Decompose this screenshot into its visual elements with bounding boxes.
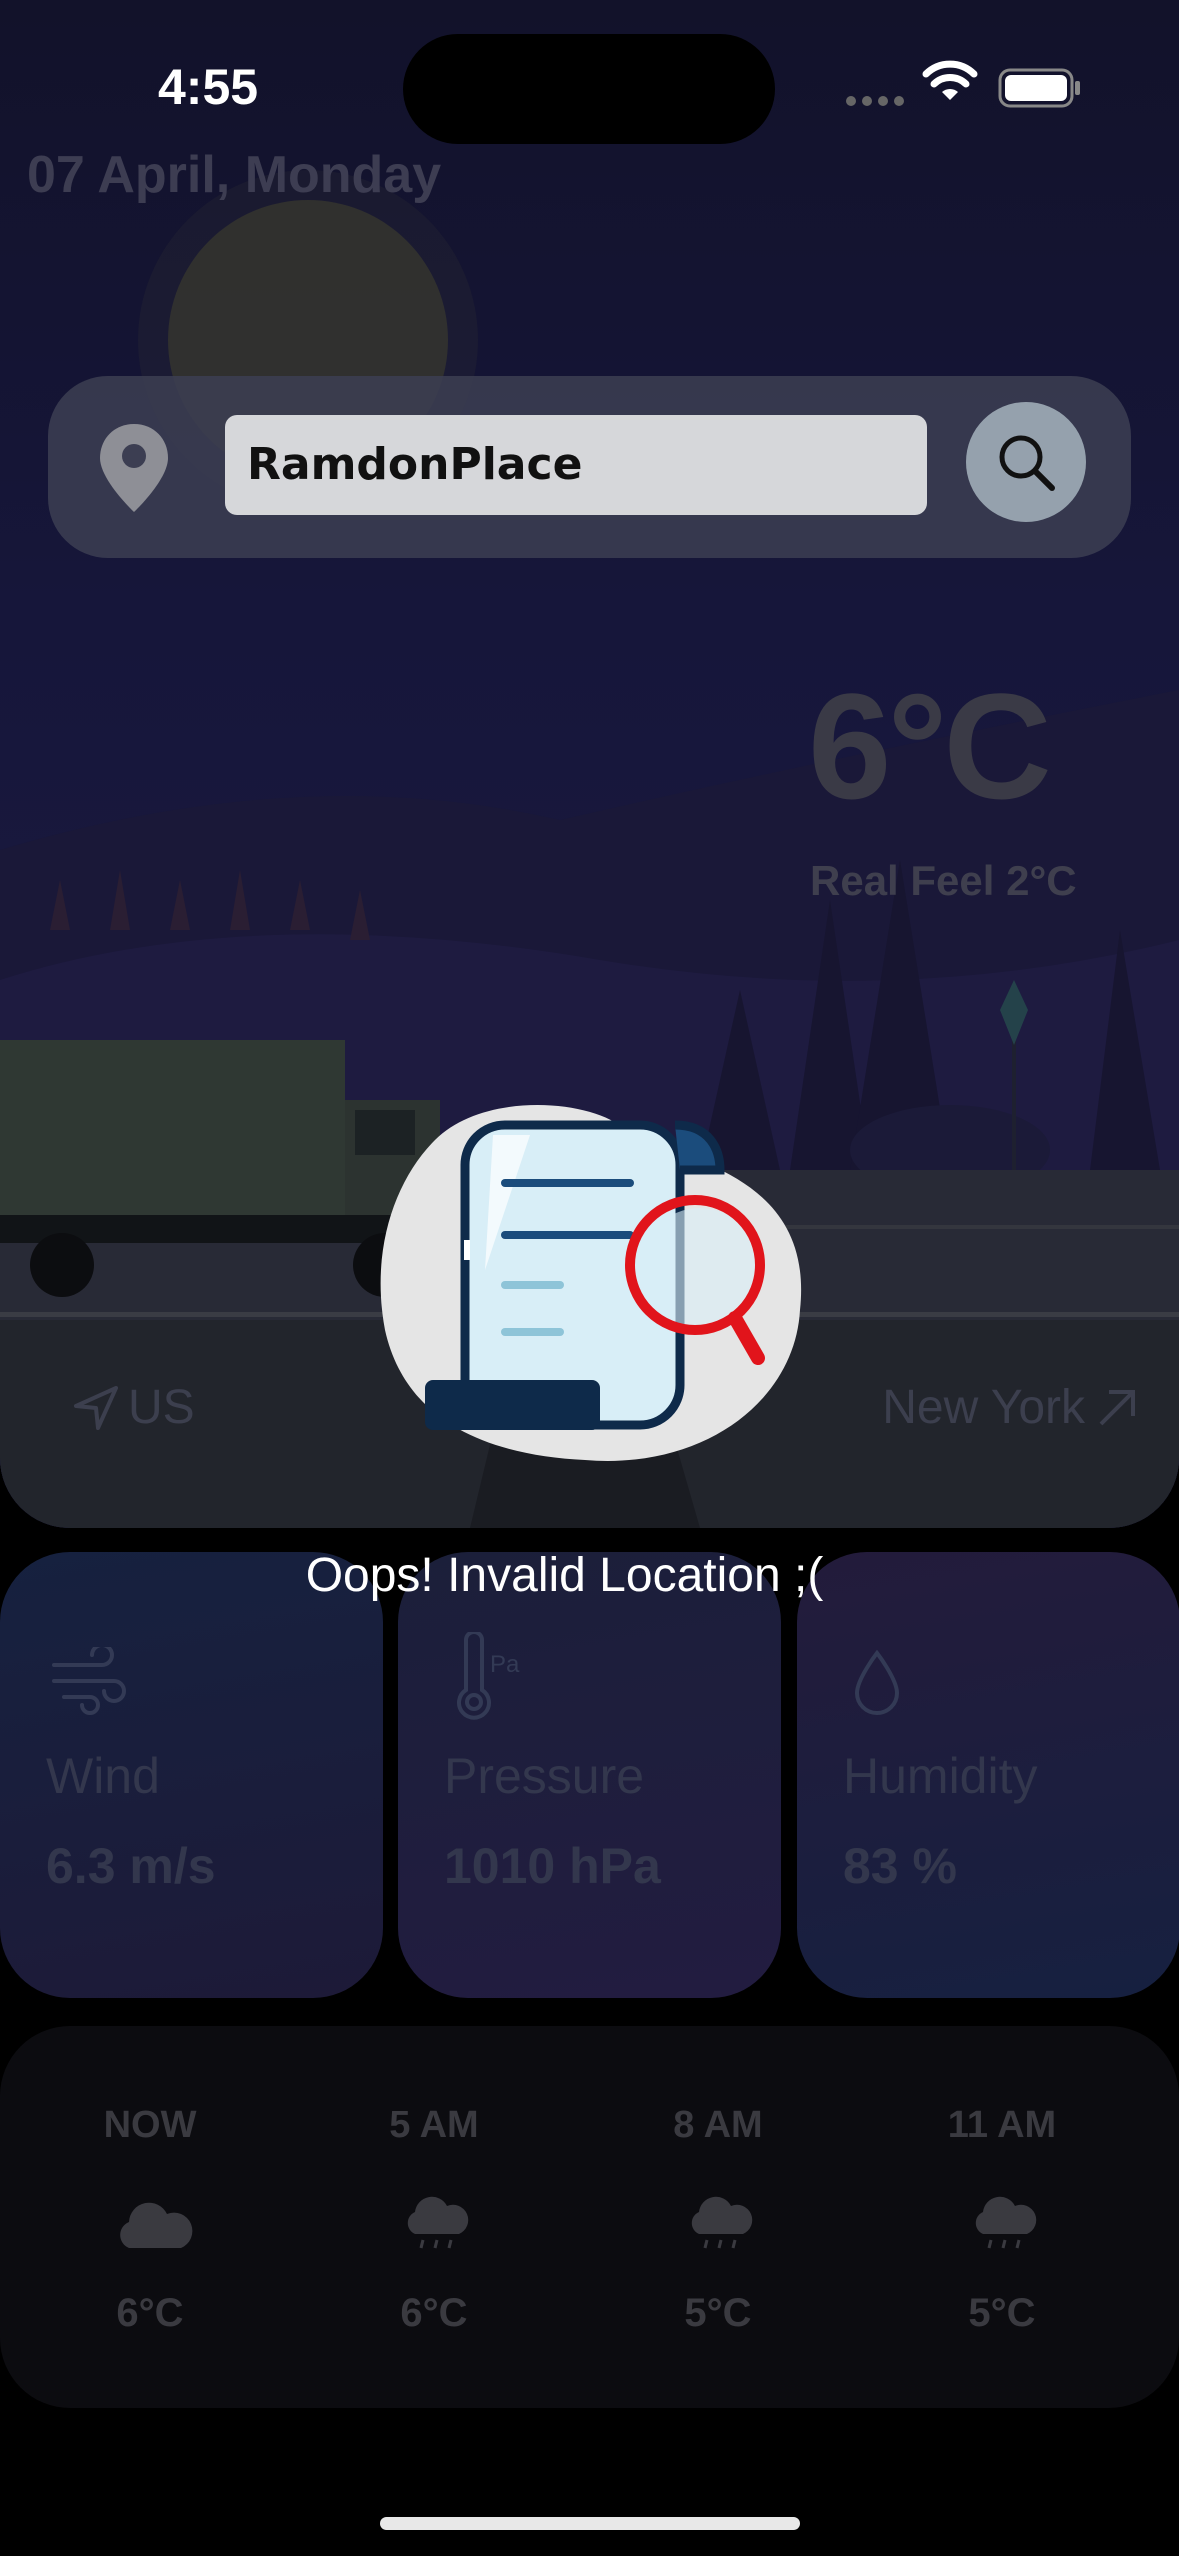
thermometer-pressure-icon: Pa xyxy=(457,1632,520,1720)
forecast-item: 5 AM 6°C xyxy=(334,2026,534,2408)
forecast-item: 8 AM 5°C xyxy=(618,2026,818,2408)
search-button[interactable] xyxy=(966,402,1086,522)
forecast-time: NOW xyxy=(103,2104,197,2146)
wind-icon xyxy=(52,1647,126,1715)
forecast-time: 5 AM xyxy=(389,2104,479,2146)
battery-icon xyxy=(998,68,1080,108)
status-time: 4:55 xyxy=(158,59,259,115)
droplet-icon xyxy=(854,1649,900,1715)
cloud-icon xyxy=(120,2202,193,2248)
search-icon xyxy=(999,435,1055,491)
error-message: Oops! Invalid Location ;( xyxy=(305,1549,824,1602)
location-pin-icon[interactable] xyxy=(96,420,172,516)
forecast-temp: 5°C xyxy=(968,2291,1036,2335)
home-indicator[interactable] xyxy=(380,2517,800,2530)
arrow-up-right-icon xyxy=(1099,1389,1135,1425)
cellular-signal-icon xyxy=(846,96,904,106)
country-label: US xyxy=(70,1380,195,1435)
wifi-icon xyxy=(922,60,978,100)
city-text: New York xyxy=(882,1381,1085,1434)
navigation-arrow-icon xyxy=(74,1385,118,1430)
forecast-temp: 5°C xyxy=(684,2291,752,2335)
wind-value: 6.3 m/s xyxy=(46,1838,216,1894)
location-search-input[interactable] xyxy=(225,415,927,515)
humidity-value: 83 % xyxy=(843,1838,957,1894)
current-temperature: 6°C xyxy=(808,662,1052,830)
real-feel-label: Real Feel 2°C xyxy=(810,857,1077,904)
country-text: US xyxy=(128,1381,195,1434)
cloud-rain-icon xyxy=(407,2196,469,2249)
pressure-label: Pressure xyxy=(444,1748,645,1804)
forecast-temp: 6°C xyxy=(116,2291,184,2335)
humidity-card: Humidity 83 % xyxy=(797,1552,1179,1998)
cloud-rain-icon xyxy=(691,2196,753,2249)
svg-text:Pa: Pa xyxy=(490,1651,520,1678)
date-label: 07 April, Monday xyxy=(27,146,442,204)
forecast-time: 11 AM xyxy=(947,2104,1057,2146)
city-label[interactable]: New York xyxy=(882,1380,1139,1435)
humidity-label: Humidity xyxy=(843,1748,1038,1804)
pressure-value: 1010 hPa xyxy=(444,1838,661,1894)
wind-card: Wind 6.3 m/s xyxy=(0,1552,383,1998)
hourly-forecast: NOW 6°C 5 AM 6°C 8 AM 5°C 11 AM 5°C xyxy=(0,2026,1179,2408)
cloud-rain-icon xyxy=(975,2196,1037,2249)
pressure-card: Pa Pressure 1010 hPa xyxy=(398,1552,781,1998)
document-search-icon xyxy=(380,1105,802,1461)
forecast-item: NOW 6°C xyxy=(50,2026,250,2408)
forecast-time: 8 AM xyxy=(673,2104,763,2146)
dynamic-island xyxy=(403,34,775,144)
forecast-temp: 6°C xyxy=(400,2291,468,2335)
wind-label: Wind xyxy=(46,1748,160,1804)
forecast-item: 11 AM 5°C xyxy=(902,2026,1102,2408)
